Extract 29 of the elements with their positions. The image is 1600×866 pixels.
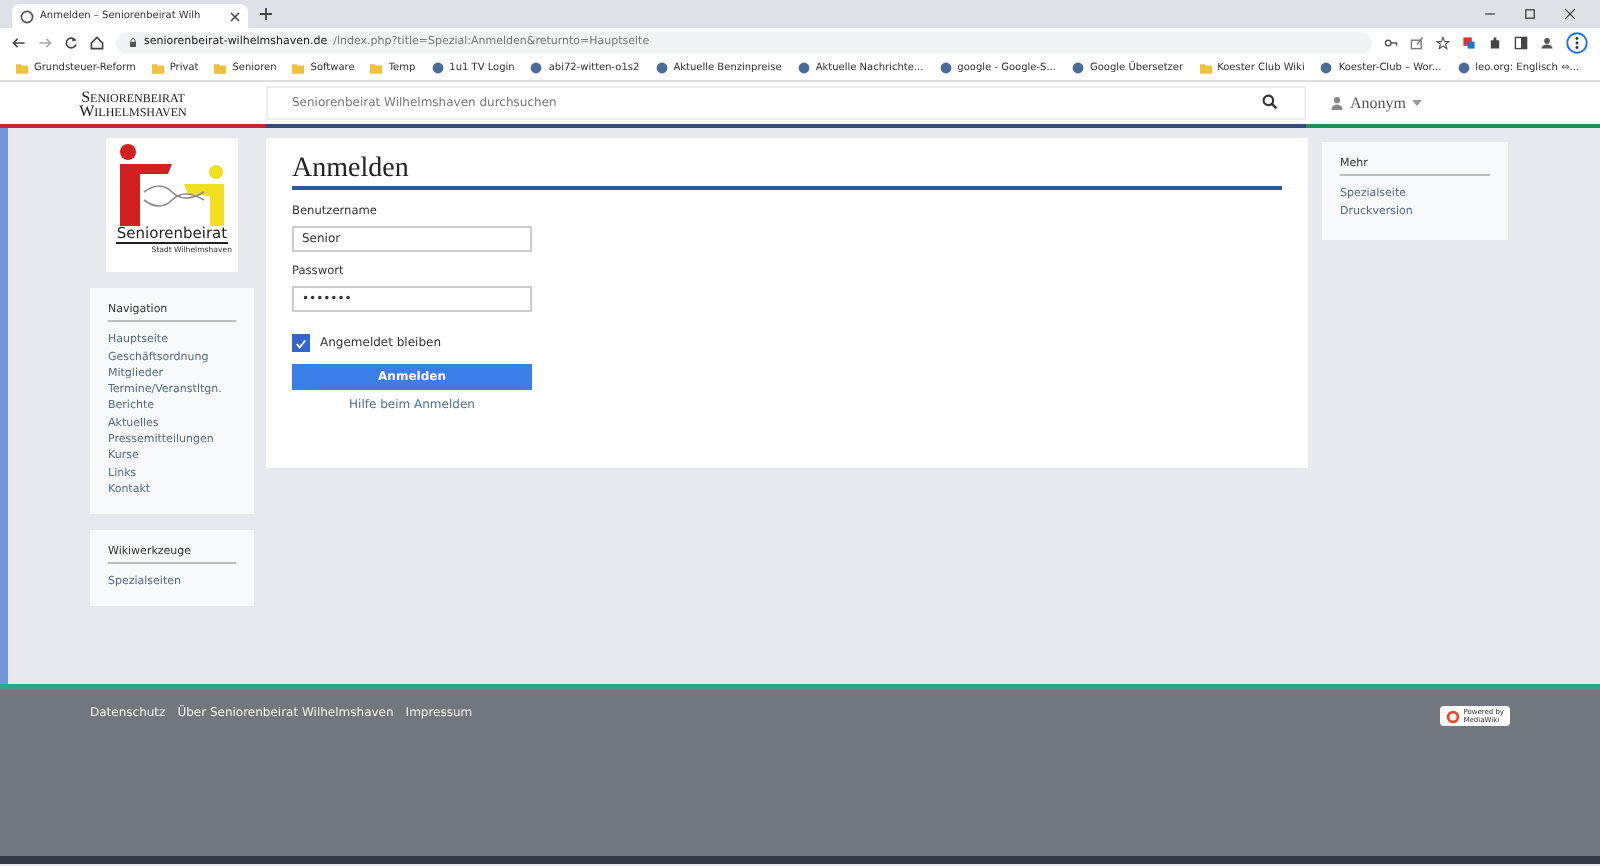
folder-icon [292, 63, 305, 73]
share-icon[interactable] [1410, 35, 1424, 49]
user-menu[interactable]: Anonym [1330, 94, 1422, 112]
close-icon[interactable] [1564, 8, 1576, 20]
user-icon [1330, 96, 1344, 110]
back-icon[interactable] [12, 35, 26, 49]
star-icon[interactable] [1436, 35, 1450, 49]
caret-icon [1412, 100, 1422, 106]
close-icon[interactable] [230, 11, 240, 21]
folder-icon [1199, 63, 1212, 73]
lock-icon [128, 37, 138, 47]
folder-icon [16, 63, 28, 73]
checkbox[interactable] [292, 334, 310, 352]
home-icon[interactable] [90, 35, 104, 49]
extension-icon[interactable] [1462, 35, 1476, 49]
minimize-icon[interactable] [1484, 8, 1496, 20]
search-icon[interactable] [1262, 94, 1278, 110]
sidepanel-icon[interactable] [1514, 35, 1528, 49]
profile-icon[interactable] [1540, 35, 1554, 49]
site-logo[interactable]: Seniorenbeirat Wilhelmshaven [0, 89, 266, 117]
new-tab-icon[interactable] [260, 8, 272, 20]
folder-icon [214, 63, 227, 73]
folder-icon [370, 63, 383, 73]
page-title: Anmelden [292, 154, 1282, 190]
menu-icon[interactable] [1566, 31, 1588, 53]
reload-icon[interactable] [64, 35, 78, 49]
folder-icon [151, 63, 164, 73]
key-icon[interactable] [1384, 35, 1398, 49]
restore-icon[interactable] [1524, 8, 1536, 20]
